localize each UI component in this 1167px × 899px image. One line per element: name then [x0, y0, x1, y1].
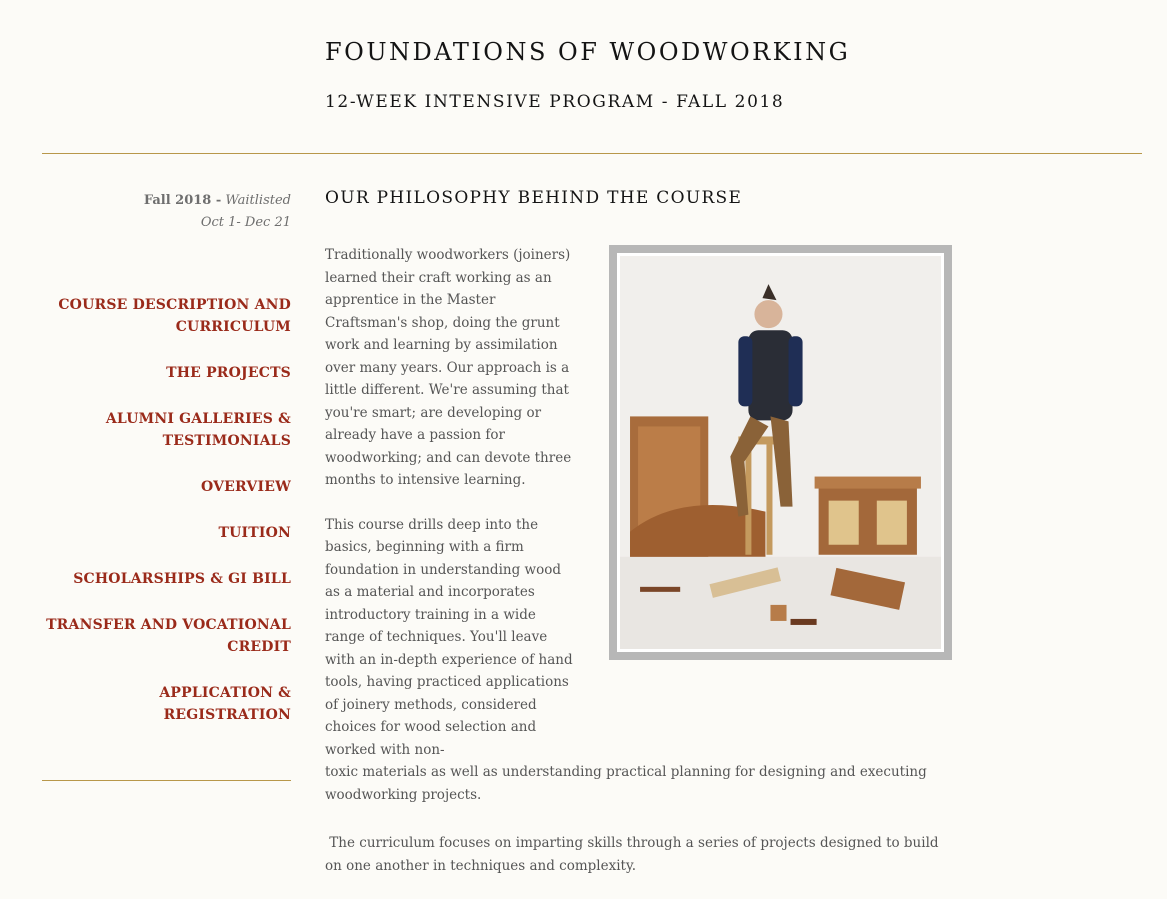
nav-overview[interactable]: OVERVIEW — [42, 476, 291, 498]
nav-course-description[interactable]: COURSE DESCRIPTION AND CURRICULUM — [42, 294, 291, 338]
paragraph-curriculum: The curriculum focuses on imparting skil… — [325, 835, 943, 874]
nav-scholarships[interactable]: SCHOLARSHIPS & GI BILL — [42, 568, 291, 590]
nav-the-projects[interactable]: THE PROJECTS — [42, 362, 291, 384]
paragraph-course-part2: toxic materials as well as understanding… — [325, 764, 927, 803]
paragraph-intro: Traditionally woodworkers (joiners) lear… — [325, 247, 572, 488]
session-status: Waitlisted — [225, 193, 291, 208]
student-with-furniture-image — [620, 256, 941, 649]
section-heading: OUR PHILOSOPHY BEHIND THE COURSE — [325, 188, 743, 208]
sidebar-nav: COURSE DESCRIPTION AND CURRICULUM THE PR… — [42, 294, 291, 726]
site-title: FOUNDATIONS OF WOODWORKING — [325, 38, 851, 66]
session-info: Fall 2018 - Waitlisted Oct 1- Dec 21 — [42, 190, 291, 234]
header-divider — [42, 153, 1142, 154]
nav-alumni-galleries[interactable]: ALUMNI GALLERIES & TESTIMONIALS — [42, 408, 291, 452]
student-photo — [609, 245, 952, 660]
main-content: OUR PHILOSOPHY BEHIND THE COURSE Traditi… — [325, 188, 965, 899]
site-subtitle: 12-WEEK INTENSIVE PROGRAM - FALL 2018 — [325, 92, 785, 112]
nav-transfer-credit[interactable]: TRANSFER AND VOCATIONAL CREDIT — [42, 614, 291, 658]
sidebar-divider — [42, 780, 291, 781]
session-dates: Oct 1- Dec 21 — [200, 215, 291, 230]
nav-application[interactable]: APPLICATION & REGISTRATION — [42, 682, 291, 726]
sidebar: Fall 2018 - Waitlisted Oct 1- Dec 21 COU… — [42, 190, 291, 750]
session-term: Fall 2018 - — [143, 193, 222, 208]
paragraph-course-part1: This course drills deep into the basics,… — [325, 516, 573, 758]
nav-tuition[interactable]: TUITION — [42, 522, 291, 544]
